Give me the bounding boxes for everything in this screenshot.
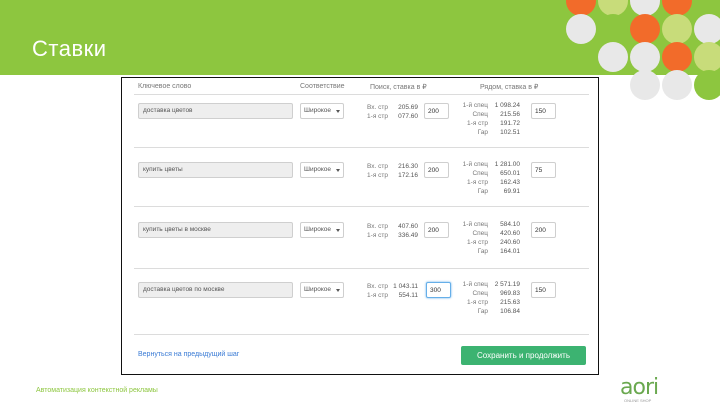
search-bid-input[interactable]: 200 <box>424 103 449 119</box>
search-position-label: Вх. стр <box>367 223 388 230</box>
row-divider <box>134 94 589 95</box>
network-position-value: 969.83 <box>500 290 520 297</box>
decor-circle <box>630 14 660 44</box>
network-position-label: 1-я стр <box>467 299 488 306</box>
network-position-value: 1 098.24 <box>494 102 520 109</box>
network-position-label: Гар <box>477 308 488 315</box>
network-position-label: Спец <box>472 170 488 177</box>
network-position-value: 420.60 <box>500 230 520 237</box>
decor-circle <box>598 42 628 72</box>
search-position-label: Вх. стр <box>367 283 388 290</box>
network-position-value: 240.60 <box>500 239 520 246</box>
match-type-value: Широкое <box>304 107 331 114</box>
network-position-value: 191.72 <box>500 120 520 127</box>
network-position-label: Спец <box>472 111 488 118</box>
search-position-value: 554.11 <box>398 292 418 299</box>
search-position-label: Вх. стр <box>367 163 388 170</box>
search-position-value: 336.49 <box>398 232 418 239</box>
network-position-value: 106.84 <box>500 308 520 315</box>
search-position-value: 216.30 <box>398 163 418 170</box>
network-position-label: Спец <box>472 290 488 297</box>
column-header-network-bid: Рядом, ставка в ₽ <box>480 84 539 91</box>
decor-circle <box>662 42 692 72</box>
search-position-value: 077.60 <box>398 113 418 120</box>
match-type-value: Широкое <box>304 226 331 233</box>
caret-down-icon <box>336 229 340 232</box>
search-bid-input[interactable]: 300 <box>426 282 451 298</box>
match-type-select[interactable]: Широкое <box>300 282 344 298</box>
search-position-label: Вх. стр <box>367 104 388 111</box>
network-position-value: 69.91 <box>503 188 520 195</box>
network-position-label: Гар <box>477 248 488 255</box>
network-position-value: 1 281.00 <box>494 161 520 168</box>
caret-down-icon <box>336 289 340 292</box>
network-bid-input[interactable]: 200 <box>531 222 556 238</box>
back-link[interactable]: Вернуться на предыдущий шаг <box>138 351 239 358</box>
row-divider <box>134 268 589 269</box>
search-position-label: 1-я стр <box>367 172 388 179</box>
network-position-label: Гар <box>477 188 488 195</box>
search-bid-input[interactable]: 200 <box>424 222 449 238</box>
network-position-value: 215.63 <box>500 299 520 306</box>
decor-circle <box>630 70 660 100</box>
search-position-value: 205.69 <box>398 104 418 111</box>
network-bid-input[interactable]: 150 <box>531 282 556 298</box>
match-type-value: Широкое <box>304 286 331 293</box>
network-position-value: 584.10 <box>500 221 520 228</box>
decor-circle <box>694 70 720 100</box>
network-position-label: 1-я стр <box>467 120 488 127</box>
row-divider <box>134 334 589 335</box>
decor-circle <box>598 14 628 44</box>
keyword-field[interactable]: купить цветы <box>138 162 293 178</box>
network-position-value: 650.01 <box>500 170 520 177</box>
keyword-field[interactable]: доставка цветов <box>138 103 293 119</box>
match-type-select[interactable]: Широкое <box>300 222 344 238</box>
decor-circle <box>662 70 692 100</box>
row-divider <box>134 206 589 207</box>
footer-caption: Автоматизация контекстной рекламы <box>36 387 158 394</box>
network-position-value: 2 571.19 <box>494 281 520 288</box>
network-position-label: 1-й спец <box>462 281 488 288</box>
keyword-field[interactable]: доставка цветов по москве <box>138 282 293 298</box>
search-bid-input[interactable]: 200 <box>424 162 449 178</box>
network-position-value: 162.43 <box>500 179 520 186</box>
decor-circle <box>566 14 596 44</box>
network-position-label: Спец <box>472 230 488 237</box>
network-position-value: 215.56 <box>500 111 520 118</box>
match-type-select[interactable]: Широкое <box>300 103 344 119</box>
slide-title: Ставки <box>32 36 107 61</box>
network-bid-input[interactable]: 150 <box>531 103 556 119</box>
search-position-value: 172.16 <box>398 172 418 179</box>
decor-circle <box>694 14 720 44</box>
save-and-continue-button[interactable]: Сохранить и продолжить <box>461 346 586 365</box>
search-position-label: 1-я стр <box>367 232 388 239</box>
row-divider <box>134 147 589 148</box>
network-position-label: Гар <box>477 129 488 136</box>
network-position-label: 1-й спец <box>462 102 488 109</box>
column-header-search-bid: Поиск, ставка в ₽ <box>370 84 427 91</box>
column-header-match: Соответствие <box>300 83 345 90</box>
keyword-field[interactable]: купить цветы в москве <box>138 222 293 238</box>
decor-circle <box>630 42 660 72</box>
network-bid-input[interactable]: 75 <box>531 162 556 178</box>
search-position-label: 1-я стр <box>367 292 388 299</box>
brand-logo-subtitle: ONLINE SHOP <box>624 398 652 403</box>
network-position-value: 164.01 <box>500 248 520 255</box>
network-position-label: 1-й спец <box>462 161 488 168</box>
match-type-value: Широкое <box>304 166 331 173</box>
search-position-value: 407.60 <box>398 223 418 230</box>
caret-down-icon <box>336 169 340 172</box>
network-position-label: 1-я стр <box>467 239 488 246</box>
network-position-value: 102.51 <box>500 129 520 136</box>
decor-circle <box>694 42 720 72</box>
match-type-select[interactable]: Широкое <box>300 162 344 178</box>
column-header-keyword: Ключевое слово <box>138 83 192 90</box>
caret-down-icon <box>336 110 340 113</box>
network-position-label: 1-й спец <box>462 221 488 228</box>
search-position-value: 1 043.11 <box>393 283 418 290</box>
decor-circle <box>662 14 692 44</box>
brand-logo: aori <box>620 375 659 400</box>
search-position-label: 1-я стр <box>367 113 388 120</box>
network-position-label: 1-я стр <box>467 179 488 186</box>
